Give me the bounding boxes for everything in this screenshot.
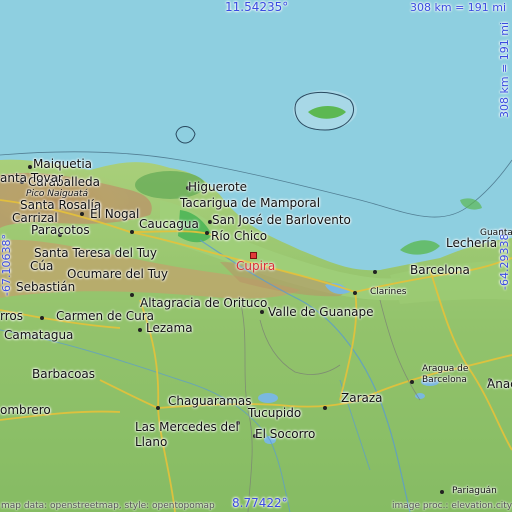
place-label-cupira[interactable]: Cupira — [236, 260, 275, 273]
place-label-cua[interactable]: Cúa — [30, 260, 53, 273]
place-label-el-nogal[interactable]: El Nogal — [90, 208, 139, 221]
map-attribution: map data: openstreetmap, style: opentopo… — [1, 501, 215, 511]
west-coordinate-label: -67.10638° — [0, 234, 13, 296]
place-label-ombrero[interactable]: ombrero — [0, 404, 51, 417]
place-label-tacarigua[interactable]: Tacarigua de Mamporal — [180, 197, 320, 210]
place-label-santa-tovar[interactable]: anta Tovar — [0, 172, 63, 185]
place-label-chaguaramas[interactable]: Chaguaramas — [168, 395, 252, 408]
place-label-barbacoas[interactable]: Barbacoas — [32, 368, 95, 381]
image-attribution: image proc.: elevation.city — [392, 501, 512, 511]
place-label-caucagua[interactable]: Caucagua — [139, 218, 199, 231]
place-label-zaraza[interactable]: Zaraza — [341, 392, 383, 405]
place-label-carmen-de-cura[interactable]: Carmen de Cura — [56, 310, 154, 323]
place-label-anac[interactable]: Anac — [487, 378, 512, 391]
south-coordinate-label: 8.77422° — [232, 496, 288, 510]
place-label-el-socorro[interactable]: El Socorro — [255, 428, 315, 441]
place-label-camatagua[interactable]: Camatagua — [4, 329, 73, 342]
place-label-san-jose[interactable]: San José de Barlovento — [212, 214, 351, 227]
place-label-las-mercedes-line1[interactable]: Las Mercedes del — [135, 421, 239, 434]
north-coordinate-label: 11.54235° — [225, 0, 289, 14]
place-label-higuerote[interactable]: Higuerote — [188, 181, 247, 194]
scale-label-top: 308 km = 191 mi — [410, 1, 507, 14]
place-label-aragua-de-barcelona-line2[interactable]: Barcelona — [422, 375, 467, 385]
place-label-altagracia[interactable]: Altagracia de Orituco — [140, 297, 267, 310]
place-label-tucupido[interactable]: Tucupido — [248, 407, 301, 420]
place-label-barcelona[interactable]: Barcelona — [410, 264, 470, 277]
place-label-maiquetia[interactable]: Maiquetia — [33, 158, 92, 171]
place-label-rros[interactable]: rros — [0, 310, 23, 323]
scale-label-right: 308 km = 191 mi — [498, 21, 511, 118]
place-label-clarines[interactable]: Clarines — [370, 287, 406, 297]
place-label-valle-de-guanape[interactable]: Valle de Guanape — [268, 306, 374, 319]
place-label-paracotos[interactable]: Paracotos — [31, 224, 90, 237]
place-label-rio-chico[interactable]: Río Chico — [211, 230, 267, 243]
cupira-marker-icon[interactable] — [250, 252, 257, 259]
place-label-aragua-de-barcelona-line1[interactable]: Aragua de — [422, 364, 468, 374]
place-label-pariaguan[interactable]: Pariaguán — [452, 486, 497, 496]
place-label-ocumare[interactable]: Ocumare del Tuy — [67, 268, 168, 281]
place-label-sebastian[interactable]: Sebastián — [16, 281, 75, 294]
place-label-las-mercedes-line2[interactable]: Llano — [135, 436, 167, 449]
topographic-map[interactable]: 11.54235° 308 km = 191 mi 308 km = 191 m… — [0, 0, 512, 512]
place-label-lecheria[interactable]: Lechería — [446, 237, 497, 250]
place-label-lezama[interactable]: Lezama — [146, 322, 193, 335]
